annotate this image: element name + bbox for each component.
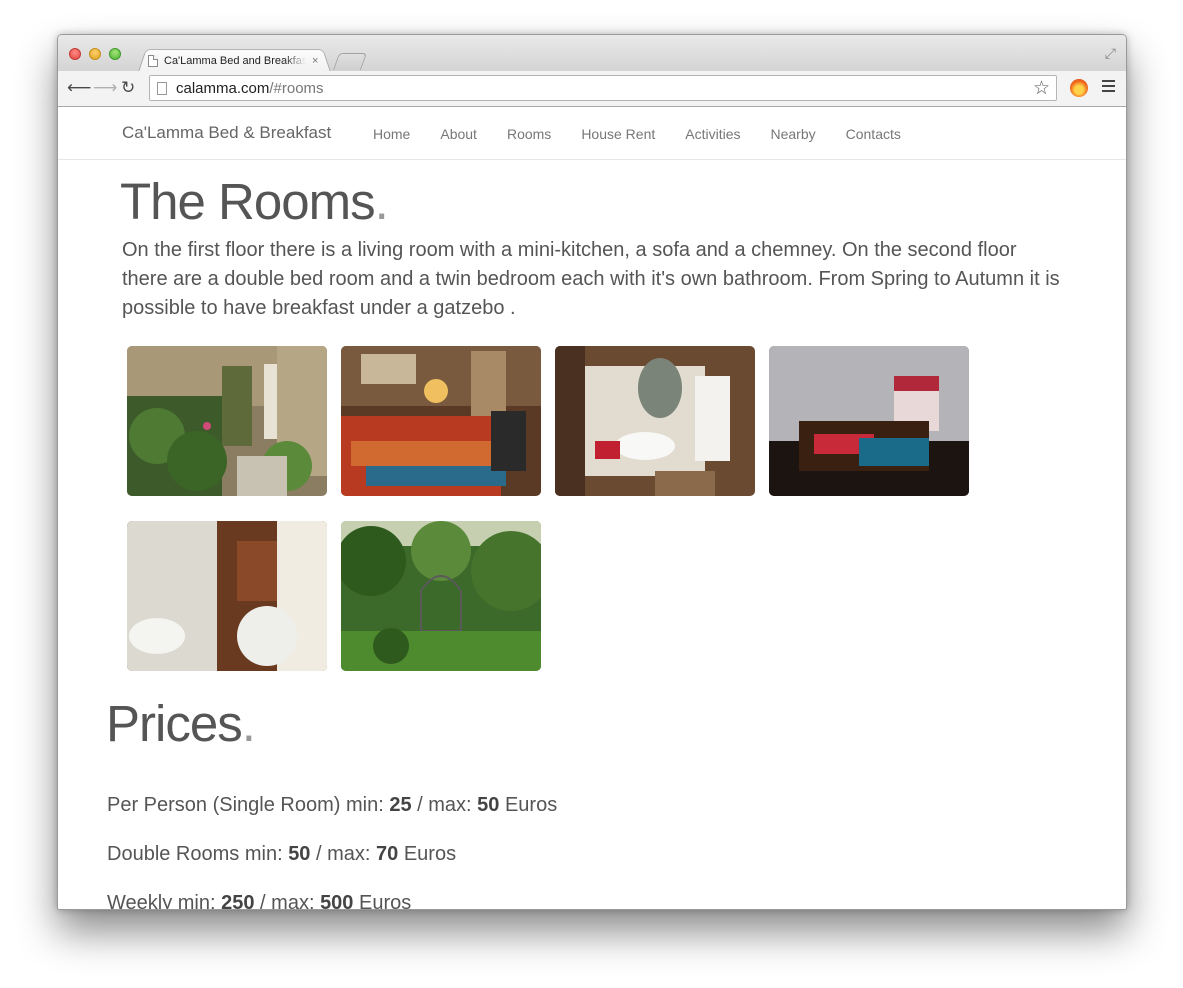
nav-link-house-rent[interactable]: House Rent [581,126,655,142]
hamburger-icon[interactable] [1102,80,1115,95]
price-min: 250 [221,892,255,910]
fullscreen-icon[interactable]: ⤢ [1105,45,1116,62]
price-single-room: Per Person (Single Room) min: 25 / max: … [107,794,557,817]
tab-close-icon[interactable]: × [312,55,318,67]
price-double-room: Double Rooms min: 50 / max: 70 Euros [107,843,456,866]
price-unit: Euros [499,794,558,816]
window-zoom-button[interactable] [109,48,121,60]
window-close-button[interactable] [69,48,81,60]
price-max: 50 [477,794,500,816]
browser-toolbar: ⟵ ⟶ ↻ calamma.com/#rooms ☆ [58,71,1126,107]
photo-twin-bedroom[interactable] [769,346,969,496]
new-tab-button[interactable] [332,53,368,70]
address-bar[interactable]: calamma.com/#rooms ☆ [149,75,1057,101]
nav-link-contacts[interactable]: Contacts [846,126,901,142]
photo-double-bedroom[interactable] [341,346,541,496]
price-sep: / max: [411,794,478,816]
photo-bathroom-sink[interactable] [555,346,755,496]
web-page: Ca'Lamma Bed & Breakfast Home About Room… [58,108,1126,910]
rooms-intro: On the first floor there is a living roo… [122,239,1060,319]
back-icon[interactable]: ⟵ [67,79,91,97]
price-weekly: Weekly min: 250 / max: 500 Euros [107,892,412,910]
reload-icon[interactable]: ↻ [121,79,135,97]
site-brand[interactable]: Ca'Lamma Bed & Breakfast [122,123,331,143]
browser-tab-content[interactable]: Ca'Lamma Bed and Breakfast × [148,51,328,71]
price-unit: Euros [398,843,457,865]
nav-link-activities[interactable]: Activities [685,126,740,142]
nav-links: Home About Rooms House Rent Activities N… [373,126,931,142]
price-min: 50 [288,843,311,865]
page-icon [148,55,158,67]
price-sep: / max: [310,843,377,865]
url-path: /#rooms [269,79,324,97]
price-label: Per Person (Single Room) min: [107,794,390,816]
tab-title: Ca'Lamma Bed and Breakfast [164,55,306,67]
photo-garden-gazebo[interactable] [341,521,541,671]
extension-fire-icon[interactable] [1070,79,1088,97]
photo-garden-entrance[interactable] [127,346,327,496]
prices-heading-dot: . [241,695,256,752]
nav-link-home[interactable]: Home [373,126,410,142]
price-max: 70 [376,843,399,865]
page-icon [157,81,167,95]
forward-icon[interactable]: ⟶ [93,79,117,97]
url-domain: calamma.com [176,79,270,97]
tab-strip: Ca'Lamma Bed and Breakfast × ⤢ [58,35,1126,72]
photo-bathroom-bidet[interactable] [127,521,327,671]
site-navbar: Ca'Lamma Bed & Breakfast Home About Room… [58,108,1126,160]
nav-link-nearby[interactable]: Nearby [770,126,815,142]
price-min: 25 [389,794,412,816]
price-max: 500 [320,892,354,910]
browser-window: Ca'Lamma Bed and Breakfast × ⤢ ⟵ ⟶ ↻ cal… [57,34,1127,910]
window-minimize-button[interactable] [89,48,101,60]
nav-link-about[interactable]: About [440,126,477,142]
price-sep: / max: [254,892,321,910]
prices-heading-text: Prices [106,695,243,752]
star-icon[interactable]: ☆ [1033,77,1050,100]
rooms-heading: The Rooms. [120,172,389,231]
price-label: Weekly min: [107,892,222,910]
prices-heading: Prices. [106,694,256,753]
rooms-heading-dot: . [374,173,389,230]
rooms-heading-text: The Rooms [120,173,376,230]
price-label: Double Rooms min: [107,843,289,865]
nav-link-rooms[interactable]: Rooms [507,126,551,142]
price-unit: Euros [353,892,412,910]
